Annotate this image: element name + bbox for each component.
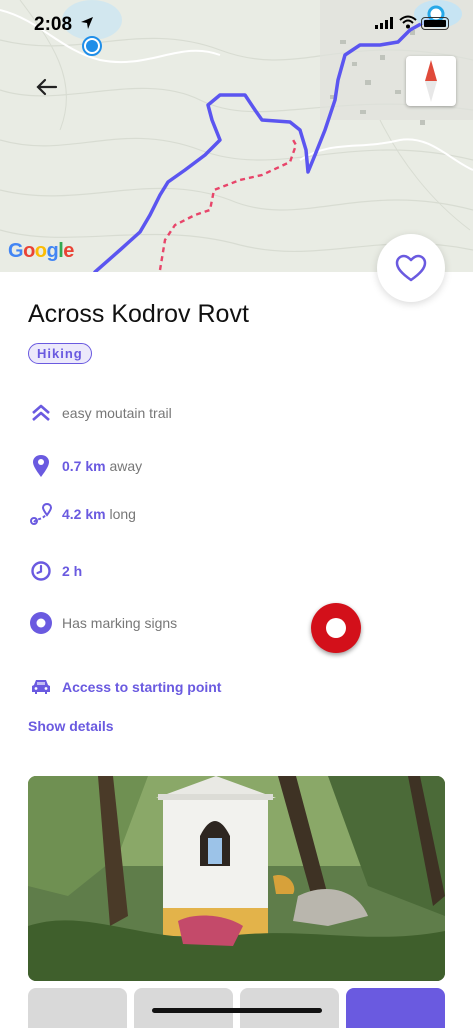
record-button[interactable]	[311, 603, 361, 653]
marker-dot-icon	[28, 610, 54, 636]
google-logo: Google	[8, 240, 74, 262]
heart-icon	[395, 254, 427, 282]
back-button[interactable]	[30, 72, 66, 102]
trail-title: Across Kodrov Rovt	[28, 300, 249, 328]
double-chevron-up-icon	[28, 400, 54, 426]
wifi-icon	[399, 15, 417, 34]
home-indicator	[152, 1008, 322, 1013]
status-time: 2:08	[34, 14, 73, 35]
distance-suffix: away	[109, 458, 143, 474]
difficulty-text: easy moutain trail	[62, 405, 172, 421]
duration-value: 2 h	[62, 563, 83, 579]
trail-photo[interactable]	[28, 776, 445, 981]
activity-tag: Hiking	[28, 343, 92, 364]
compass-icon	[425, 60, 437, 102]
show-details-link[interactable]: Show details	[28, 718, 114, 734]
length-row: 4.2 km long	[28, 501, 136, 527]
length-suffix: long	[109, 506, 136, 522]
route-icon	[28, 501, 54, 527]
marking-row: Has marking signs	[28, 610, 177, 636]
location-arrow-icon	[80, 16, 94, 35]
battery-icon	[421, 17, 449, 30]
arrow-left-icon	[36, 78, 58, 96]
length-value: 4.2 km	[62, 506, 106, 522]
car-icon	[28, 674, 54, 700]
clock-icon	[28, 558, 54, 584]
marking-text: Has marking signs	[62, 615, 178, 631]
map-pin-icon	[28, 453, 54, 479]
difficulty-row: easy moutain trail	[28, 400, 172, 426]
favorite-button[interactable]	[377, 234, 445, 302]
access-starting-point-link[interactable]: Access to starting point	[62, 679, 221, 695]
compass-button[interactable]	[406, 56, 456, 106]
duration-row: 2 h	[28, 558, 82, 584]
tab-1[interactable]	[28, 988, 127, 1028]
access-row[interactable]: Access to starting point	[28, 674, 221, 700]
tab-4[interactable]	[346, 988, 445, 1028]
status-bar: 2:08	[0, 0, 473, 50]
distance-row: 0.7 km away	[28, 453, 142, 479]
signal-icon	[375, 16, 393, 34]
distance-value: 0.7 km	[62, 458, 106, 474]
